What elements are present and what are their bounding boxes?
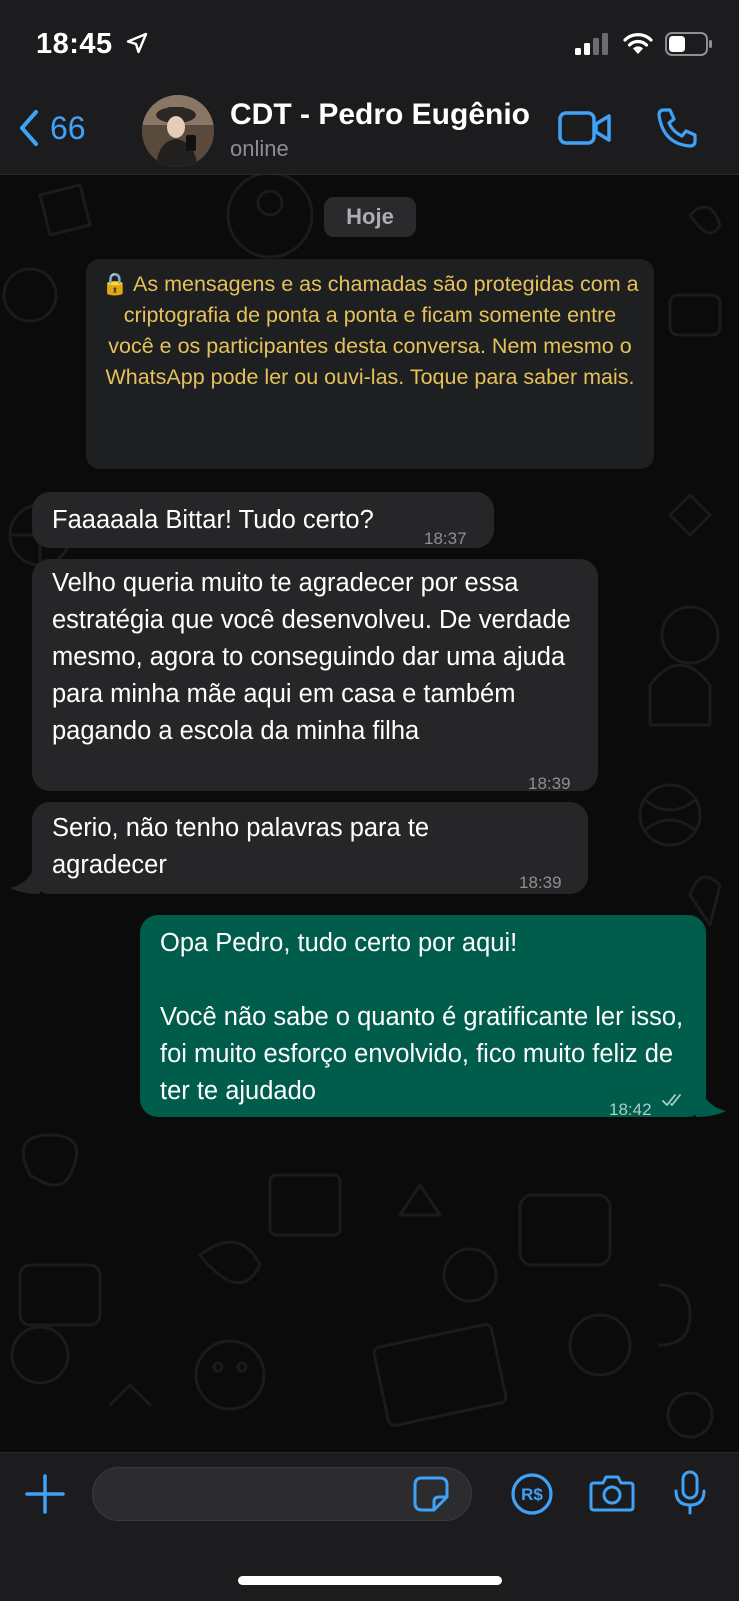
status-indicators (575, 32, 713, 56)
message-text: Serio, não tenho palavras para te agrade… (52, 814, 430, 879)
battery-icon (665, 32, 712, 56)
message-time: 18:39 (528, 774, 571, 793)
encryption-notice[interactable]: 🔒 As mensagens e as chamadas são protegi… (86, 259, 654, 469)
payment-icon: R$ (511, 1473, 553, 1515)
sticker-icon (413, 1476, 449, 1512)
contact-avatar[interactable] (142, 95, 214, 167)
day-separator: Hoje (324, 197, 416, 237)
message-text: Velho queria muito te agradecer por essa… (52, 569, 571, 745)
payment-button[interactable]: R$ (510, 1472, 554, 1521)
camera-button[interactable] (589, 1473, 635, 1518)
camera-icon (589, 1475, 635, 1512)
chat-header: 66 CDT - Pedro Eugênio online (0, 90, 739, 175)
microphone-icon (674, 1470, 706, 1515)
cellular-signal-icon (575, 33, 608, 55)
attach-button[interactable] (24, 1473, 66, 1520)
unread-count: 66 (50, 109, 86, 146)
video-call-button[interactable] (558, 108, 612, 153)
message-text: Opa Pedro, tudo certo por aqui! (160, 929, 518, 957)
status-bar: 18:45 (0, 0, 739, 90)
message-bubble-incoming[interactable]: Faaaaala Bittar! Tudo certo? 18:37 (32, 492, 494, 548)
message-text: Faaaaala Bittar! Tudo certo? (52, 506, 374, 534)
message-time: 18:39 (519, 873, 562, 892)
chat-area[interactable]: Hoje 🔒 As mensagens e as chamadas são pr… (0, 175, 739, 1452)
bubble-tail (10, 872, 40, 894)
status-time: 18:45 (36, 28, 149, 61)
video-camera-icon (558, 111, 611, 145)
message-bubble-outgoing[interactable]: Opa Pedro, tudo certo por aqui! Você não… (140, 915, 706, 1119)
message-bubble-incoming[interactable]: Velho queria muito te agradecer por essa… (32, 559, 598, 793)
message-time: 18:42 (609, 1100, 652, 1119)
message-time: 18:37 (424, 529, 467, 548)
double-check-read-icon (662, 1094, 681, 1106)
voice-call-button[interactable] (655, 106, 699, 155)
contact-status: online (230, 136, 289, 161)
message-bubble-incoming[interactable]: Serio, não tenho palavras para te agrade… (32, 802, 588, 894)
chevron-left-icon (20, 110, 38, 146)
bubble-tail (696, 1095, 726, 1117)
back-button[interactable]: 66 (14, 108, 86, 148)
contact-name[interactable]: CDT - Pedro Eugênio (230, 98, 530, 132)
sticker-button[interactable] (412, 1475, 450, 1518)
plus-icon (25, 1474, 65, 1514)
location-arrow-icon (127, 32, 148, 54)
wifi-icon (623, 33, 653, 54)
clock-text: 18:45 (36, 28, 113, 60)
avatar-photo (142, 95, 214, 167)
composer-bar: R$ (0, 1452, 739, 1601)
svg-text:R$: R$ (521, 1485, 543, 1504)
voice-message-button[interactable] (672, 1469, 708, 1522)
home-indicator (238, 1576, 502, 1585)
phone-icon (657, 108, 697, 148)
